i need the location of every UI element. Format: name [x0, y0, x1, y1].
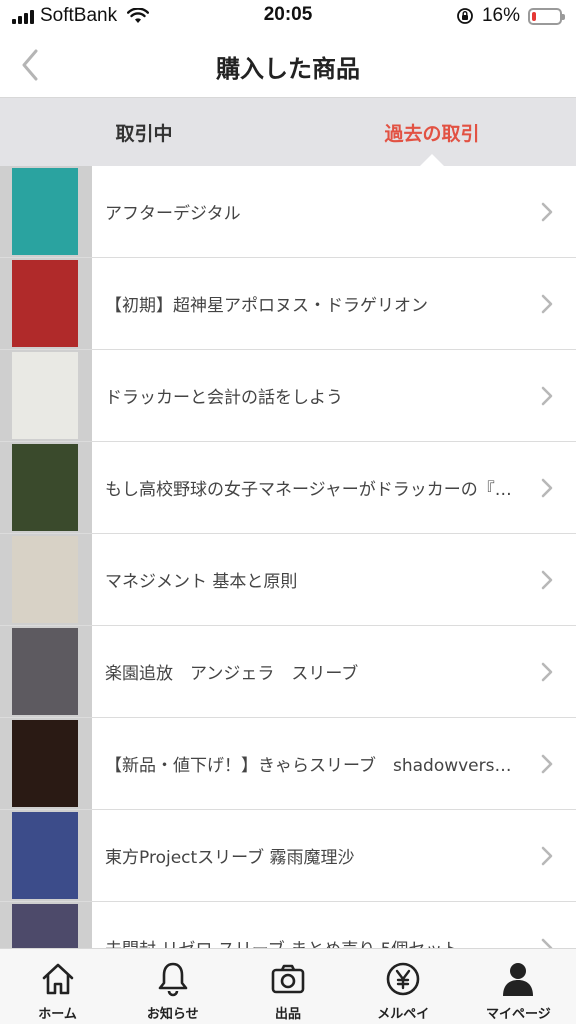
- battery-level-fill: [532, 11, 537, 21]
- item-title-text: 【初期】超神星アポロヌス・ドラゲリオン: [105, 296, 428, 316]
- list-item[interactable]: 楽園追放 アンジェラ スリーブ: [0, 626, 576, 718]
- chevron-right-icon: [541, 478, 553, 498]
- chevron-right-icon: [541, 294, 553, 314]
- item-title: アフターデジタル: [105, 166, 524, 257]
- camera-icon: [270, 961, 306, 997]
- bottom-tab-bar: ホーム お知らせ 出品 メルペイ マイページ: [0, 948, 576, 1024]
- item-title-text: 東方Projectスリーブ 霧雨魔理沙: [105, 848, 355, 868]
- chevron-right-icon: [541, 938, 553, 948]
- item-thumbnail: [0, 902, 92, 948]
- item-title: 楽園追放 アンジェラ スリーブ: [105, 626, 524, 717]
- chevron-right-icon: [541, 846, 553, 866]
- item-title-text: 【新品・値下げ！】きゃらスリーブ shadowvers…: [105, 756, 512, 776]
- item-title: もし高校野球の女子マネージャーがドラッカーの『…: [105, 442, 524, 533]
- item-thumbnail: [0, 350, 92, 441]
- segment-tabs: 取引中 過去の取引: [0, 98, 576, 166]
- nav-header: 購入した商品: [0, 32, 576, 98]
- item-title: ドラッカーと会計の話をしよう: [105, 350, 524, 441]
- list-item[interactable]: ドラッカーと会計の話をしよう: [0, 350, 576, 442]
- item-title: 【新品・値下げ！】きゃらスリーブ shadowvers…: [105, 718, 524, 809]
- item-thumbnail: [0, 258, 92, 349]
- tabbar-sell[interactable]: 出品: [230, 949, 345, 1024]
- list-item[interactable]: 【初期】超神星アポロヌス・ドラゲリオン: [0, 258, 576, 350]
- item-thumbnail: [0, 166, 92, 257]
- item-title: 未開封 リゼロ スリーブ まとめ売り 5個セット: [105, 902, 524, 948]
- tabbar-label: ホーム: [38, 1007, 77, 1022]
- item-cover-image: [12, 904, 78, 948]
- person-icon: [500, 961, 536, 997]
- orientation-lock-icon: [457, 8, 473, 24]
- battery-percent: 16%: [481, 5, 520, 26]
- item-title-text: 楽園追放 アンジェラ スリーブ: [105, 664, 359, 684]
- item-cover-image: [12, 444, 78, 531]
- item-title-text: アフターデジタル: [105, 204, 241, 224]
- item-title-text: もし高校野球の女子マネージャーがドラッカーの『…: [105, 480, 512, 500]
- tabbar-merpay[interactable]: メルペイ: [346, 949, 461, 1024]
- item-thumbnail: [0, 534, 92, 625]
- chevron-right-icon: [541, 662, 553, 682]
- item-cover-image: [12, 260, 78, 347]
- item-title: マネジメント 基本と原則: [105, 534, 524, 625]
- page-title: 購入した商品: [216, 55, 360, 83]
- bell-icon: [155, 961, 191, 997]
- status-bar: SoftBank 20:05 16%: [0, 0, 576, 32]
- item-title-text: マネジメント 基本と原則: [105, 572, 298, 592]
- chevron-right-icon: [541, 202, 553, 222]
- chevron-right-icon: [541, 754, 553, 774]
- list-item[interactable]: 【新品・値下げ！】きゃらスリーブ shadowvers…: [0, 718, 576, 810]
- chevron-right-icon: [541, 386, 553, 406]
- item-thumbnail: [0, 442, 92, 533]
- item-cover-image: [12, 536, 78, 623]
- item-title: 【初期】超神星アポロヌス・ドラゲリオン: [105, 258, 524, 349]
- tab-label: 取引中: [115, 122, 173, 145]
- list-item[interactable]: 東方Projectスリーブ 霧雨魔理沙: [0, 810, 576, 902]
- yen-icon: [385, 961, 421, 997]
- item-cover-image: [12, 628, 78, 715]
- tabbar-label: マイページ: [486, 1007, 551, 1022]
- list-item[interactable]: マネジメント 基本と原則: [0, 534, 576, 626]
- item-title-text: ドラッカーと会計の話をしよう: [105, 388, 343, 408]
- chevron-right-icon: [541, 570, 553, 590]
- tabbar-label: 出品: [275, 1007, 302, 1022]
- purchased-items-list: アフターデジタル【初期】超神星アポロヌス・ドラゲリオン ドラッカーと会計の話をしよ…: [0, 166, 576, 948]
- item-title: 東方Projectスリーブ 霧雨魔理沙: [105, 810, 524, 901]
- item-thumbnail: [0, 626, 92, 717]
- tabbar-home[interactable]: ホーム: [0, 949, 115, 1024]
- tab-past-transactions[interactable]: 過去の取引: [288, 98, 576, 166]
- tabbar-label: お知らせ: [146, 1007, 199, 1022]
- item-cover-image: [12, 720, 78, 807]
- tabbar-label: メルペイ: [377, 1007, 430, 1022]
- list-item[interactable]: もし高校野球の女子マネージャーがドラッカーの『…: [0, 442, 576, 534]
- list-item[interactable]: アフターデジタル: [0, 166, 576, 258]
- item-cover-image: [12, 168, 78, 255]
- list-item[interactable]: 未開封 リゼロ スリーブ まとめ売り 5個セット: [0, 902, 576, 948]
- home-icon: [40, 961, 76, 997]
- item-cover-image: [12, 352, 78, 439]
- item-cover-image: [12, 812, 78, 899]
- active-tab-indicator: [420, 154, 444, 166]
- battery-icon: [528, 7, 565, 25]
- tab-label: 過去の取引: [384, 122, 480, 145]
- status-right: 16%: [456, 4, 565, 28]
- tabbar-mypage[interactable]: マイページ: [461, 949, 576, 1024]
- item-thumbnail: [0, 718, 92, 809]
- item-title-text: 未開封 リゼロ スリーブ まとめ売り 5個セット: [105, 935, 524, 948]
- tab-in-progress[interactable]: 取引中: [0, 98, 288, 166]
- tabbar-notifications[interactable]: お知らせ: [115, 949, 230, 1024]
- item-thumbnail: [0, 810, 92, 901]
